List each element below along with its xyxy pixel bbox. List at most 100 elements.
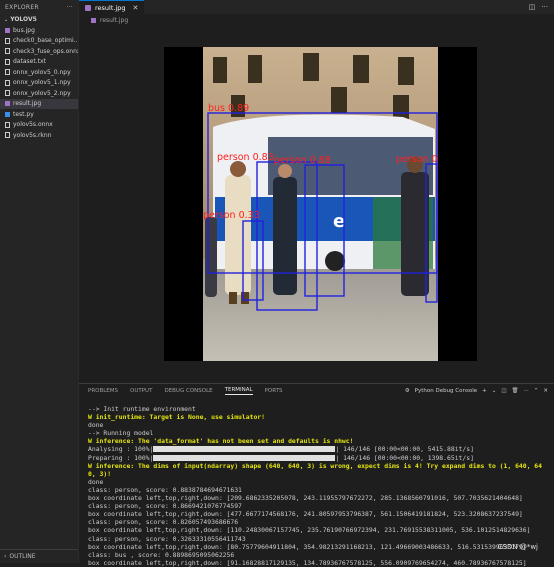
terminal-warning-line: W inference: The dims of input(ndarray) … xyxy=(88,461,543,470)
file-icon xyxy=(5,90,10,97)
file-item[interactable]: yolov5s.onnx xyxy=(0,120,78,131)
file-icon xyxy=(5,37,10,44)
result-image: e bus 0.89 person 0.88 person 0 person 0… xyxy=(203,47,438,361)
terminal-line: class: bus , score: 0.8898695095062256 xyxy=(88,550,235,559)
chevron-down-icon[interactable]: ⌄ xyxy=(492,388,497,394)
editor-area: result.jpg ✕ ◫ ··· result.jpg e bus 0.89… xyxy=(79,0,554,567)
terminal-line: done xyxy=(88,421,104,430)
tab-problems[interactable]: PROBLEMS xyxy=(88,388,118,394)
file-label: test.py xyxy=(13,110,34,118)
terminal-line: class: person, score: 0.826057493686676 xyxy=(88,518,239,527)
terminal-line: class: person, score: 0.8669421076774597 xyxy=(88,502,242,511)
more-actions-icon[interactable]: ··· xyxy=(541,3,548,11)
maximize-icon[interactable]: ⌃ xyxy=(534,388,539,394)
tab-debug-console[interactable]: DEBUG CONSOLE xyxy=(164,388,212,394)
outline-label: OUTLINE xyxy=(9,553,36,560)
file-item[interactable]: yolov5s.rknn xyxy=(0,130,78,141)
file-icon xyxy=(5,48,10,55)
file-label: dataset.txt xyxy=(13,58,46,66)
file-item[interactable]: bus.jpg xyxy=(0,25,78,36)
console-select[interactable]: Python Debug Console xyxy=(415,388,477,394)
breadcrumb: result.jpg xyxy=(79,14,554,27)
file-item[interactable]: check3_fuse_ops.onnx xyxy=(0,46,78,57)
file-label: yolov5s.rknn xyxy=(13,131,52,139)
image-file-icon xyxy=(5,27,10,33)
chevron-right-icon: › xyxy=(4,553,7,560)
terminal-line: Analysing : 100%| xyxy=(88,445,154,454)
detection-label-person: person 0.83 xyxy=(217,152,274,163)
file-item[interactable]: onnx_yolov5_1.npy xyxy=(0,78,78,89)
add-terminal-icon[interactable]: + xyxy=(482,388,487,394)
panel-tabs: PROBLEMS OUTPUT DEBUG CONSOLE TERMINAL P… xyxy=(79,384,554,398)
file-icon xyxy=(5,79,10,86)
terminal-line: box coordinate left,top,right,down: [110… xyxy=(88,526,531,535)
result-image-svg: e bus 0.89 person 0.88 person 0 person 0… xyxy=(203,47,438,361)
explorer-sidebar: EXPLORER ··· ⌄ YOLOV5 bus.jpg check0_base… xyxy=(0,0,79,563)
detection-label-bus: bus 0.89 xyxy=(208,103,249,114)
file-label: onnx_yolov5_0.npy xyxy=(13,68,71,76)
tab-ports[interactable]: PORTS xyxy=(265,388,283,394)
image-file-icon xyxy=(85,4,91,11)
folder-yolov5[interactable]: ⌄ YOLOV5 xyxy=(0,14,78,25)
close-icon[interactable]: ✕ xyxy=(133,4,139,12)
tab-terminal[interactable]: TERMINAL xyxy=(224,387,253,395)
folder-label: YOLOV5 xyxy=(10,16,37,23)
image-file-icon xyxy=(91,18,96,23)
progress-bar xyxy=(153,454,336,461)
file-label: onnx_yolov5_1.npy xyxy=(13,79,71,87)
close-icon[interactable]: ✕ xyxy=(543,388,548,394)
terminal-line: box coordinate left,top,right,down: [80.… xyxy=(88,542,527,551)
chevron-down-icon: ⌄ xyxy=(4,16,9,23)
file-item[interactable]: test.py xyxy=(0,109,78,120)
file-icon xyxy=(5,132,10,139)
python-file-icon xyxy=(5,111,10,117)
image-file-icon xyxy=(5,101,10,107)
file-item[interactable]: check0_base_optimi... xyxy=(0,36,78,47)
debug-icon: ⚙ xyxy=(404,388,410,394)
editor-tabbar: result.jpg ✕ ◫ ··· xyxy=(79,0,554,14)
explorer-header: EXPLORER ··· xyxy=(0,0,78,14)
breadcrumb-label[interactable]: result.jpg xyxy=(100,17,128,24)
editor-actions: ◫ ··· xyxy=(529,0,554,14)
tab-output[interactable]: OUTPUT xyxy=(130,388,152,394)
detection-label-person: person 0.87 xyxy=(396,154,438,165)
panel-actions: ⚙ Python Debug Console + ⌄ ◫ 🗑 ··· ⌃ ✕ xyxy=(405,388,554,394)
watermark: CSDN @*wj xyxy=(497,543,538,551)
split-editor-icon[interactable]: ◫ xyxy=(529,3,536,11)
tab-label: result.jpg xyxy=(95,3,126,12)
terminal-line: Preparing : 100%| xyxy=(88,453,154,462)
file-label: onnx_yolov5_2.npy xyxy=(13,89,71,97)
terminal-warning-line: W inference: The 'data_format' has not b… xyxy=(88,437,354,446)
trash-icon[interactable]: 🗑 xyxy=(512,388,519,394)
terminal-warning-line: 0, 3)! xyxy=(88,469,112,478)
file-label: bus.jpg xyxy=(13,26,35,34)
explorer-title: EXPLORER xyxy=(5,3,39,11)
detection-label-person: person 0.88 xyxy=(274,155,331,166)
terminal-line: | 146/146 [00:00<00:00, 1398.65it/s] xyxy=(335,453,474,462)
file-label: check0_base_optimi... xyxy=(13,37,78,45)
terminal-line: box coordinate left,top,right,down: [209… xyxy=(88,494,523,503)
file-label: yolov5s.onnx xyxy=(13,121,53,129)
terminal-output[interactable]: --> Init runtime environment W init_runt… xyxy=(79,398,554,567)
image-viewer: e bus 0.89 person 0.88 person 0 person 0… xyxy=(164,47,477,361)
detection-label-person: person 0.33 xyxy=(203,210,260,221)
text-file-icon xyxy=(5,58,10,65)
split-terminal-icon[interactable]: ◫ xyxy=(501,388,506,394)
outline-section[interactable]: › OUTLINE xyxy=(0,549,78,563)
more-actions-icon[interactable]: ··· xyxy=(66,4,73,11)
file-list: bus.jpg check0_base_optimi... check3_fuse_… xyxy=(0,25,78,141)
tab-result-jpg[interactable]: result.jpg ✕ xyxy=(79,0,145,14)
terminal-line: done xyxy=(88,477,104,486)
terminal-warning-line: W init_runtime: Target is None, use simu… xyxy=(88,413,265,422)
terminal-line: class: person, score: 0.8838784694671631 xyxy=(88,485,242,494)
more-actions-icon[interactable]: ··· xyxy=(524,388,529,394)
bottom-panel: PROBLEMS OUTPUT DEBUG CONSOLE TERMINAL P… xyxy=(79,383,554,567)
file-item[interactable]: dataset.txt xyxy=(0,57,78,68)
file-item[interactable]: onnx_yolov5_2.npy xyxy=(0,88,78,99)
file-item[interactable]: onnx_yolov5_0.npy xyxy=(0,67,78,78)
terminal-line: | 146/146 [00:00<00:00, 5415.88it/s] xyxy=(335,445,474,454)
file-icon xyxy=(5,121,10,128)
file-item[interactable]: result.jpg xyxy=(0,98,78,109)
file-label: check3_fuse_ops.onnx xyxy=(13,47,78,55)
terminal-line: --> Running model xyxy=(88,429,154,438)
